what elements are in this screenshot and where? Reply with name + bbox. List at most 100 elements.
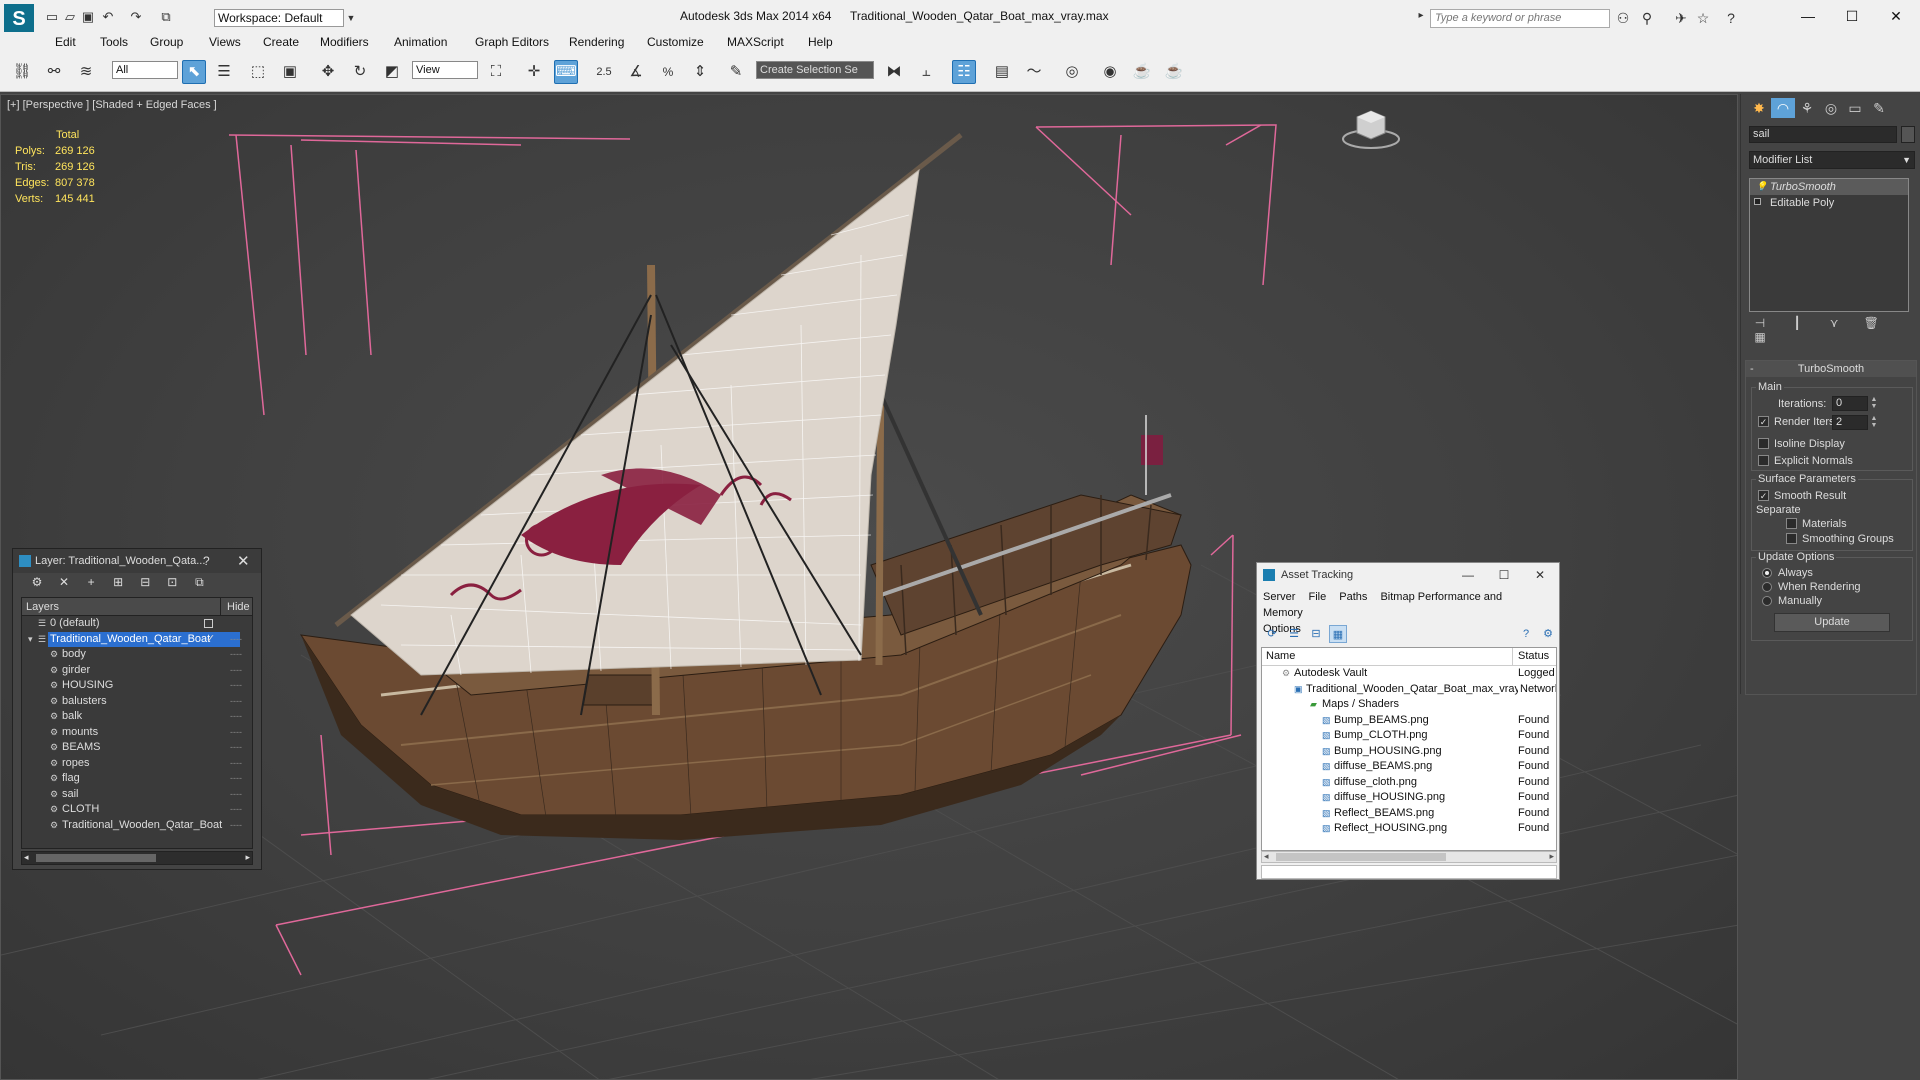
edit-named-selection-icon[interactable]: ✎ <box>724 60 748 84</box>
move-icon[interactable]: ✥ <box>316 60 340 84</box>
asset-path-field[interactable] <box>1261 865 1557 879</box>
material-editor-icon[interactable]: ◉ <box>1098 60 1122 84</box>
menu-maxscript[interactable]: MAXScript <box>727 35 784 49</box>
snaps-toggle-icon[interactable]: 2.5 <box>592 60 616 84</box>
select-by-name-icon[interactable]: ☰ <box>212 60 236 84</box>
hide-toggle[interactable]: ---- <box>230 663 242 678</box>
hide-toggle[interactable]: ---- <box>230 771 242 786</box>
iterations-spinner[interactable]: 0 <box>1832 396 1868 411</box>
curve-editor-icon[interactable]: 〜 <box>1022 60 1046 84</box>
checkmark-icon[interactable]: ✓ <box>206 632 215 647</box>
asset-row[interactable]: ▧ Reflect_BEAMS.png Found <box>1262 806 1556 822</box>
hide-toggle[interactable]: ---- <box>230 694 242 709</box>
lightbulb-icon[interactable]: 💡 <box>1756 182 1767 191</box>
layer-row[interactable]: ▾ ☰ Traditional_Wooden_Qatar_Boat ✓ ---- <box>22 631 252 648</box>
pin-stack-icon[interactable]: ⊣ <box>1749 316 1771 330</box>
project-folder-icon[interactable]: ⧉ <box>158 10 174 24</box>
scroll-right-icon[interactable]: ▸ <box>245 852 250 863</box>
window-crossing-icon[interactable]: ▣ <box>278 60 302 84</box>
layer-row[interactable]: ⚙ balusters ---- <box>22 694 252 710</box>
layer-row[interactable]: ⚙ ropes ---- <box>22 756 252 772</box>
percent-snap-icon[interactable]: % <box>656 60 680 84</box>
create-tab-icon[interactable]: ✸ <box>1747 98 1771 118</box>
menu-animation[interactable]: Animation <box>394 35 447 49</box>
scrollbar-thumb[interactable] <box>1276 853 1446 861</box>
materials-checkbox[interactable] <box>1786 518 1797 529</box>
modifier-list-dropdown[interactable]: Modifier List ▼ <box>1749 151 1915 169</box>
scrollbar-thumb[interactable] <box>36 854 156 862</box>
app-logo-icon[interactable]: S <box>4 4 34 34</box>
asset-row[interactable]: ▧ Reflect_HOUSING.png Found <box>1262 821 1556 837</box>
asset-row[interactable]: ▧ Bump_CLOTH.png Found <box>1262 728 1556 744</box>
render-setup-icon[interactable]: ☕ <box>1130 60 1154 84</box>
remove-modifier-icon[interactable]: 🗑 <box>1860 316 1882 330</box>
explicit-normals-checkbox[interactable] <box>1758 455 1769 466</box>
scroll-left-icon[interactable]: ◂ <box>1264 851 1269 862</box>
link-icon[interactable]: ⛓ <box>10 60 34 84</box>
keyboard-shortcut-override-icon[interactable]: ⌨ <box>554 60 578 84</box>
layer-row[interactable]: ☰ 0 (default) <box>22 616 252 632</box>
menu-tools[interactable]: Tools <box>100 35 128 49</box>
expand-arrow-icon[interactable]: ▸ <box>1412 10 1430 21</box>
asset-row[interactable]: ▧ diffuse_cloth.png Found <box>1262 775 1556 791</box>
tree-view-icon[interactable]: ⊟ <box>1307 625 1325 643</box>
layer-row[interactable]: ⚙ sail ---- <box>22 787 252 803</box>
menu-file[interactable]: File <box>1308 591 1326 603</box>
hide-toggle[interactable]: ---- <box>230 678 242 693</box>
spinner-snap-icon[interactable]: ⇕ <box>688 60 712 84</box>
column-header-name[interactable]: Name <box>1266 650 1295 662</box>
isoline-display-checkbox[interactable] <box>1758 438 1769 449</box>
asset-row[interactable]: ⚙Autodesk Vault Logged O <box>1262 666 1556 682</box>
selection-filter-dropdown[interactable]: All <box>112 61 178 79</box>
collapse-icon[interactable]: - <box>1750 361 1754 377</box>
redo-icon[interactable]: ↷ <box>128 10 144 24</box>
favorites-star-icon[interactable]: ☆ <box>1694 10 1712 27</box>
open-file-icon[interactable]: ▱ <box>62 10 78 24</box>
hide-toggle[interactable]: ---- <box>230 818 242 833</box>
reference-coordinate-dropdown[interactable]: View <box>412 61 478 79</box>
render-production-icon[interactable]: ☕ <box>1162 60 1186 84</box>
new-file-icon[interactable]: ▭ <box>44 10 60 24</box>
update-button[interactable]: Update <box>1774 613 1890 632</box>
hide-toggle[interactable]: ---- <box>230 647 242 662</box>
save-icon[interactable]: ▣ <box>80 10 96 24</box>
named-selection-sets-dropdown[interactable]: Create Selection Se <box>756 61 874 79</box>
minimize-button[interactable]: — <box>1453 565 1483 585</box>
show-end-result-icon[interactable]: ┃ <box>1786 316 1808 330</box>
hide-freeze-all-icon[interactable]: ⧉ <box>187 575 211 590</box>
highlight-selected-layer-icon[interactable]: ⊡ <box>160 575 184 589</box>
manually-radio[interactable] <box>1762 596 1772 606</box>
help-button[interactable]: ? <box>203 554 210 568</box>
settings-icon[interactable]: ⚙ <box>1539 625 1557 643</box>
layer-settings-icon[interactable]: ⚙ <box>25 575 49 589</box>
hide-toggle[interactable]: ---- <box>230 632 242 647</box>
horizontal-scrollbar[interactable]: ◂ ▸ <box>21 851 253 865</box>
menu-paths[interactable]: Paths <box>1339 591 1367 603</box>
render-iters-checkbox[interactable]: ✓ <box>1758 416 1769 427</box>
active-layer-box[interactable] <box>204 619 213 628</box>
pivot-center-icon[interactable]: ⛶ <box>484 60 508 84</box>
stack-item-editable-poly[interactable]: Editable Poly <box>1750 195 1908 211</box>
hierarchy-tab-icon[interactable]: ⚘ <box>1795 98 1819 118</box>
layer-row[interactable]: ⚙ CLOTH ---- <box>22 802 252 818</box>
bind-space-warp-icon[interactable]: ≋ <box>74 60 98 84</box>
asset-row[interactable]: ▣ Traditional_Wooden_Qatar_Boat_max_vray.… <box>1262 681 1556 698</box>
layer-row[interactable]: ⚙ body ---- <box>22 647 252 663</box>
help-icon[interactable]: ? <box>1517 625 1535 643</box>
layer-row[interactable]: ⚙ flag ---- <box>22 771 252 787</box>
add-layer-icon[interactable]: + <box>79 575 103 589</box>
motion-tab-icon[interactable]: ◎ <box>1819 98 1843 118</box>
layer-row[interactable]: ⚙ Traditional_Wooden_Qatar_Boat ---- <box>22 818 252 834</box>
hide-toggle[interactable]: ---- <box>230 802 242 817</box>
viewcube-icon[interactable] <box>1341 105 1401 151</box>
minimize-button[interactable]: — <box>1786 4 1830 28</box>
column-header-status[interactable]: Status <box>1518 650 1549 662</box>
maximize-button[interactable]: ☐ <box>1830 4 1874 28</box>
layer-row[interactable]: ⚙ BEAMS ---- <box>22 740 252 756</box>
mirror-icon[interactable]: ⧓ <box>882 60 906 84</box>
stack-item-turbosmooth[interactable]: 💡 TurboSmooth <box>1750 179 1908 195</box>
render-iters-spinner[interactable]: 2 <box>1832 415 1868 430</box>
list-view-icon[interactable]: ☰ <box>1285 625 1303 643</box>
asset-row[interactable]: ▰ Maps / Shaders <box>1262 697 1556 713</box>
layer-row[interactable]: ⚙ HOUSING ---- <box>22 678 252 694</box>
